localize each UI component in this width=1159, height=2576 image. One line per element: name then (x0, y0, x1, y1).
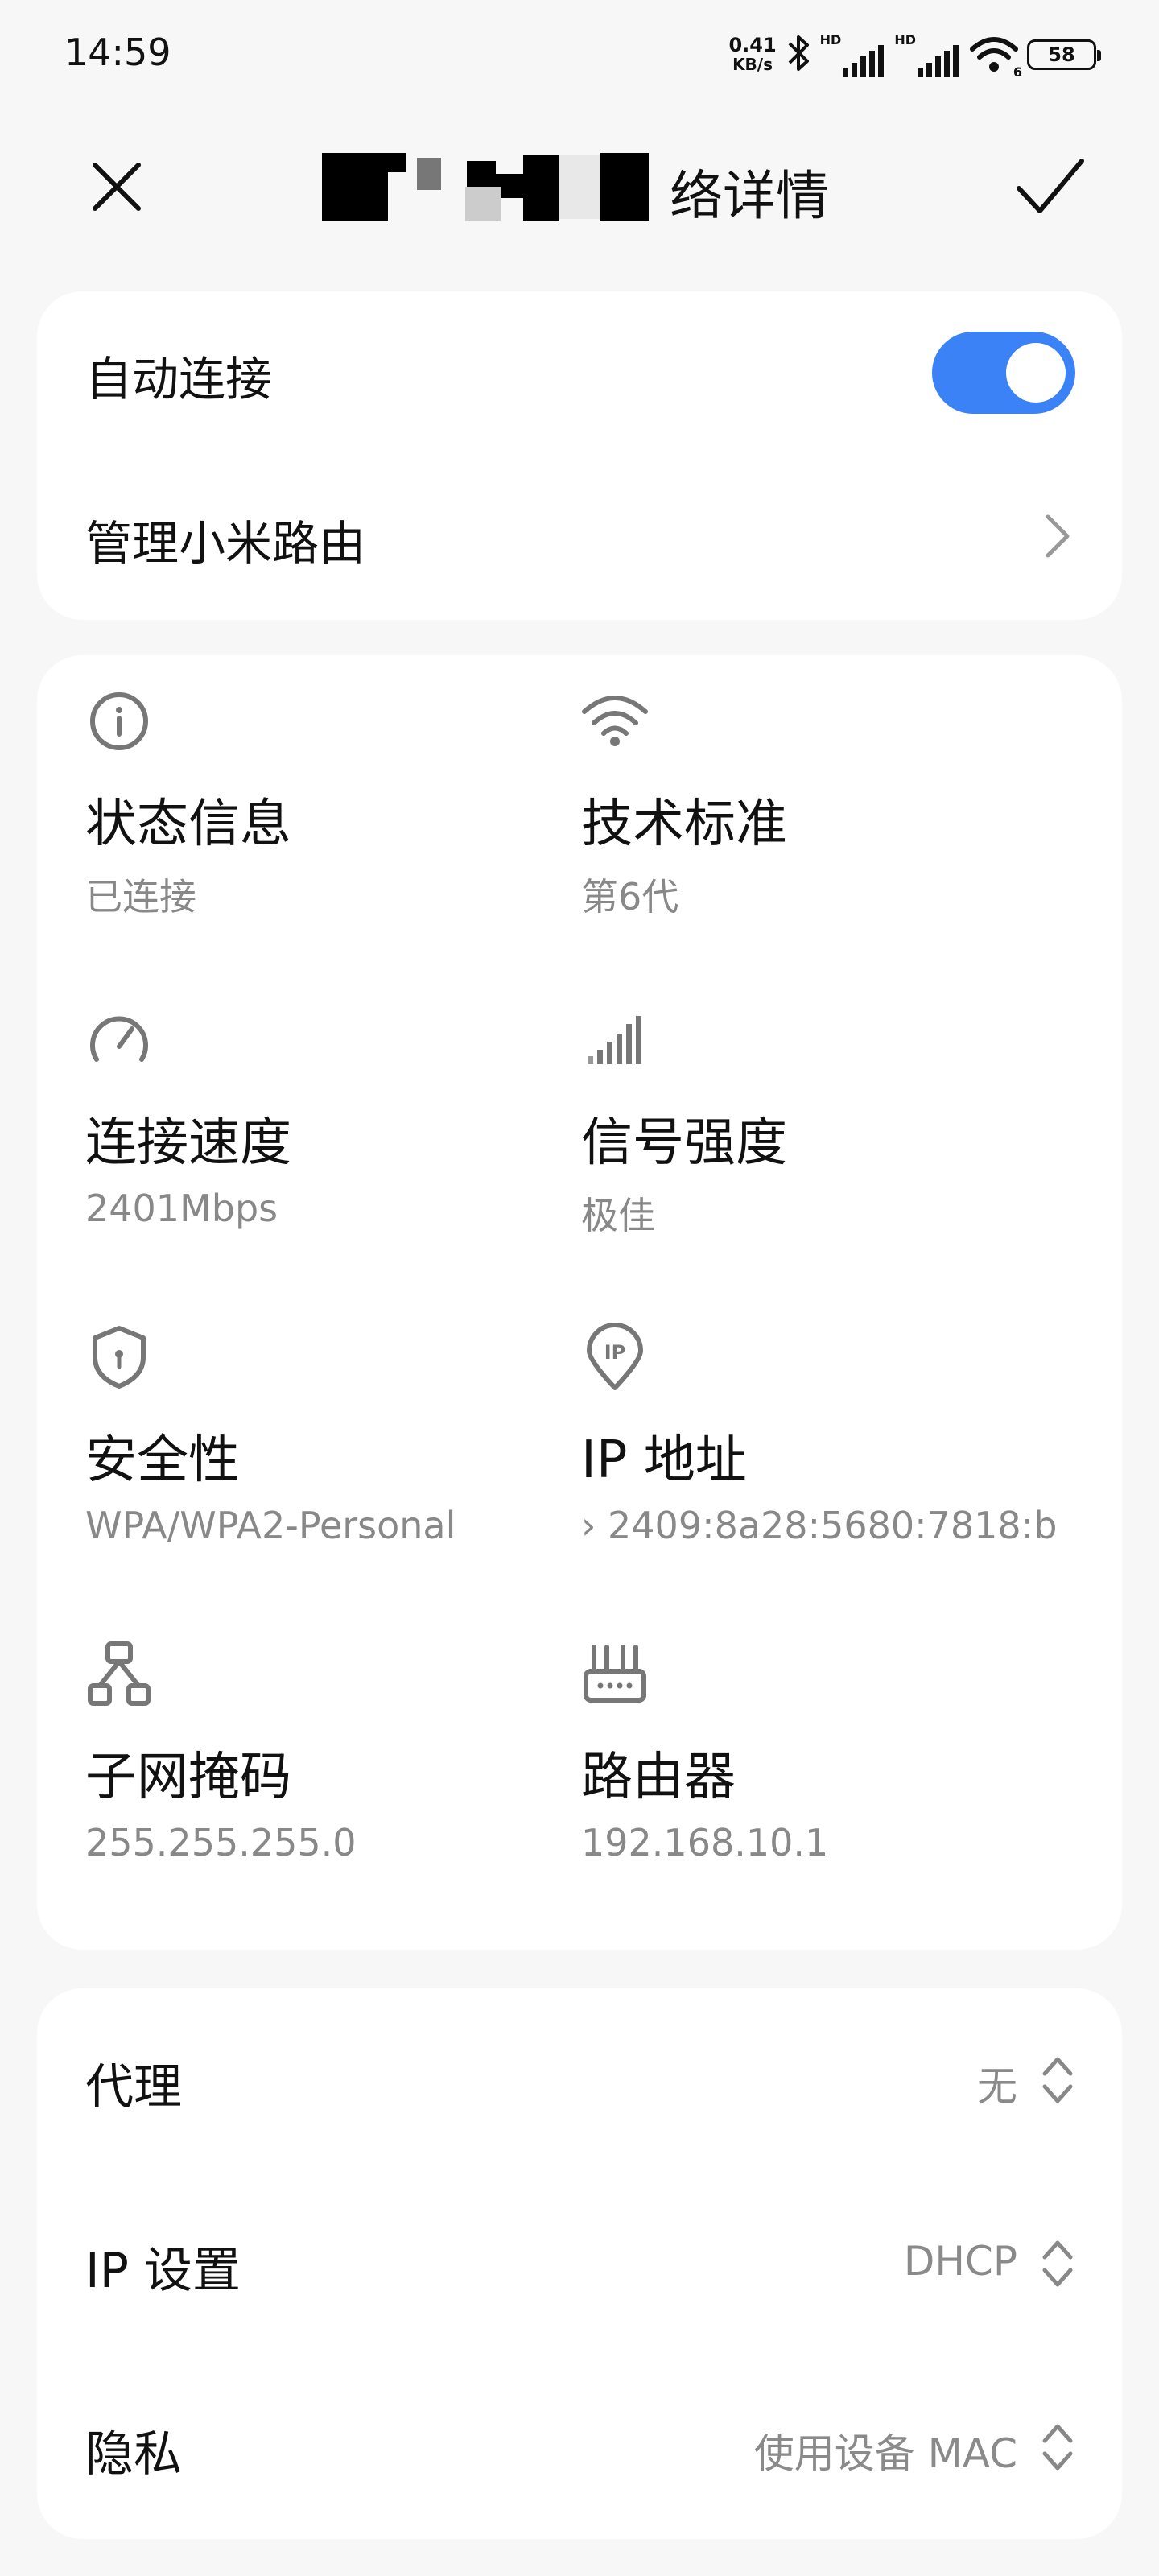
security-label: 安全性 (85, 1430, 240, 1490)
proxy-row[interactable]: 代理 无 (37, 1988, 1122, 2172)
ip-location-icon: IP (587, 1323, 643, 1390)
info-icon (90, 692, 148, 750)
status-time: 14:59 (64, 31, 171, 74)
router-icon (584, 1645, 646, 1703)
router-label: 路由器 (581, 1748, 736, 1807)
cellular-signal-1: HD (820, 32, 887, 77)
battery-level: 58 (1048, 43, 1075, 66)
signal-strength-label: 信号强度 (581, 1113, 787, 1173)
network-info-card: 状态信息 已连接 技术标准 第6代 连接速度 2401Mbps 信号强度 极佳 … (37, 655, 1122, 1950)
manage-router-label: 管理小米路由 (85, 516, 366, 571)
speedometer-icon (90, 1016, 148, 1062)
page-title: 络详情 (322, 138, 837, 235)
network-speed-unit: KB/s (732, 55, 773, 74)
ip-address-label: IP 地址 (581, 1430, 747, 1490)
redaction-mask (322, 153, 649, 221)
proxy-label: 代理 (85, 2059, 182, 2116)
signal-bars-icon (588, 1016, 641, 1064)
link-speed-label: 连接速度 (85, 1113, 291, 1173)
auto-connect-row[interactable]: 自动连接 (37, 291, 1122, 456)
network-speed-value: 0.41 (728, 34, 777, 56)
up-down-arrow-icon[interactable] (1040, 2413, 1075, 2481)
wifi-generation-label: 6 (1013, 64, 1022, 80)
cellular-signal-2: HD (894, 32, 961, 77)
status-info-label: 状态信息 (85, 795, 291, 854)
connection-options-card: 自动连接 管理小米路由 (37, 291, 1122, 620)
confirm-button[interactable] (1006, 147, 1095, 227)
security-value: WPA/WPA2-Personal (85, 1504, 456, 1547)
ip-settings-value[interactable]: DHCP (904, 2238, 1017, 2285)
close-icon (93, 163, 141, 211)
page-title-text: 络详情 (670, 165, 829, 227)
network-settings-card: 代理 无 IP 设置 DHCP 隐私 使用设备 MAC (37, 1988, 1122, 2539)
wifi-status-icon: 6 (969, 35, 1022, 80)
tech-standard-label: 技术标准 (581, 795, 787, 854)
title-bar: 络详情 (0, 121, 1159, 242)
status-info-value: 已连接 (85, 875, 196, 919)
privacy-value[interactable]: 使用设备 MAC (754, 2421, 1017, 2479)
network-topology-icon (88, 1641, 151, 1706)
subnet-mask-label: 子网掩码 (85, 1748, 291, 1807)
wifi-icon (582, 696, 648, 746)
status-bar: 14:59 0.41 KB/s HD HD 6 58 (0, 0, 1159, 105)
shield-icon (93, 1326, 146, 1389)
checkmark-icon (1017, 159, 1084, 213)
up-down-arrow-icon[interactable] (1040, 2046, 1075, 2114)
svg-text:IP: IP (604, 1341, 626, 1364)
proxy-value[interactable]: 无 (977, 2054, 1017, 2112)
subnet-mask-value: 255.255.255.0 (85, 1821, 357, 1864)
signal-strength-value: 极佳 (581, 1194, 655, 1237)
ip-address-value[interactable]: › 2409:8a28:5680:7818:b (581, 1504, 1080, 1547)
hd-badge: HD (819, 32, 842, 47)
ip-settings-label: IP 设置 (85, 2243, 241, 2299)
toggle-knob (1006, 343, 1066, 402)
tech-standard-value: 第6代 (581, 875, 679, 919)
auto-connect-label: 自动连接 (85, 352, 273, 407)
cellular-signal-icon (843, 45, 885, 77)
cellular-signal-icon (918, 45, 959, 77)
router-value: 192.168.10.1 (581, 1821, 829, 1864)
battery-icon: 58 (1027, 39, 1101, 70)
link-speed-value: 2401Mbps (85, 1187, 278, 1230)
auto-connect-toggle[interactable] (932, 332, 1075, 414)
privacy-label: 隐私 (85, 2426, 182, 2483)
hd-badge: HD (894, 32, 916, 47)
chevron-right-icon (1046, 514, 1070, 558)
network-speed: 0.41 KB/s (728, 35, 776, 74)
close-button[interactable] (76, 147, 157, 227)
privacy-row[interactable]: 隐私 使用设备 MAC (37, 2355, 1122, 2539)
status-icons: 0.41 KB/s HD HD 6 58 (728, 31, 1101, 80)
up-down-arrow-icon[interactable] (1040, 2230, 1075, 2297)
manage-router-row[interactable]: 管理小米路由 (37, 456, 1122, 620)
ip-settings-row[interactable]: IP 设置 DHCP (37, 2172, 1122, 2355)
bluetooth-icon (785, 32, 812, 77)
